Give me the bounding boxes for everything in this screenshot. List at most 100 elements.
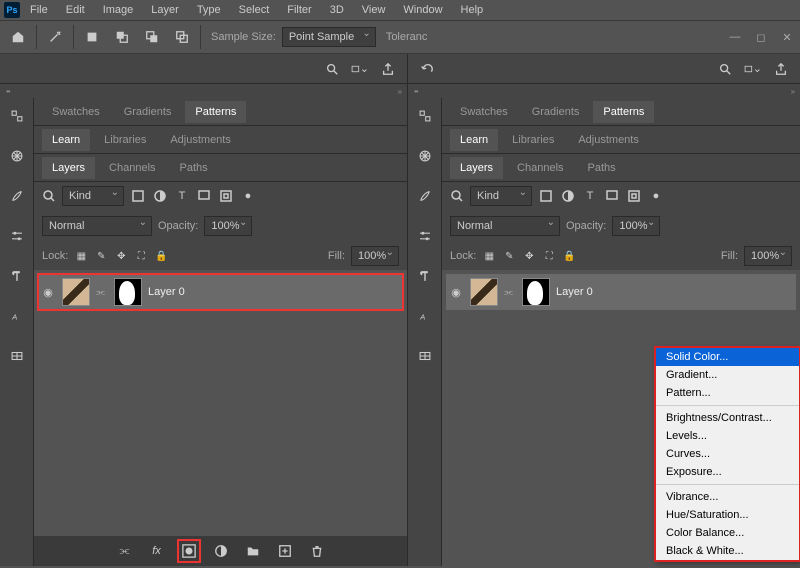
properties-icon[interactable] [5, 104, 29, 128]
opacity-input[interactable]: 100% [612, 216, 660, 236]
menu-type[interactable]: Type [189, 2, 229, 18]
brush-icon[interactable] [5, 184, 29, 208]
lock-transparency-icon[interactable]: ▦ [482, 249, 496, 263]
menu-select[interactable]: Select [231, 2, 278, 18]
intersect-icon[interactable] [170, 25, 194, 49]
menu-filter[interactable]: Filter [279, 2, 319, 18]
smart-filter-icon[interactable] [218, 188, 234, 204]
properties-icon[interactable] [413, 104, 437, 128]
tab-channels[interactable]: Channels [507, 157, 573, 179]
kind-filter-dropdown[interactable]: Kind [62, 186, 124, 206]
menu-layer[interactable]: Layer [143, 2, 187, 18]
opacity-input[interactable]: 100% [204, 216, 252, 236]
pixel-filter-icon[interactable] [538, 188, 554, 204]
search-icon[interactable] [323, 60, 341, 78]
arrange-icon[interactable]: ⌄ [744, 60, 762, 78]
sample-size-dropdown[interactable]: Point Sample [282, 27, 376, 47]
grip-icon[interactable]: •• [6, 87, 10, 96]
menu-hue-saturation[interactable]: Hue/Saturation... [656, 506, 799, 524]
menu-window[interactable]: Window [395, 2, 450, 18]
new-layer-icon[interactable] [276, 542, 294, 560]
subtract-icon[interactable] [140, 25, 164, 49]
type-filter-icon[interactable]: T [174, 188, 190, 204]
tab-gradients[interactable]: Gradients [522, 101, 590, 123]
menu-curves[interactable]: Curves... [656, 445, 799, 463]
blend-mode-dropdown[interactable]: Normal [450, 216, 560, 236]
type-filter-icon[interactable]: T [582, 188, 598, 204]
smart-filter-icon[interactable] [626, 188, 642, 204]
layer-thumbnail[interactable] [470, 278, 498, 306]
search-icon[interactable] [716, 60, 734, 78]
adjustment-filter-icon[interactable] [560, 188, 576, 204]
tab-swatches[interactable]: Swatches [42, 101, 110, 123]
mask-link-icon[interactable]: ⫘ [96, 287, 108, 298]
menu-image[interactable]: Image [95, 2, 142, 18]
fill-input[interactable]: 100% [744, 246, 792, 266]
tab-channels[interactable]: Channels [99, 157, 165, 179]
tab-libraries[interactable]: Libraries [94, 129, 156, 151]
menu-levels[interactable]: Levels... [656, 427, 799, 445]
lock-all-icon[interactable]: 🔒 [154, 249, 168, 263]
new-group-icon[interactable] [244, 542, 262, 560]
menu-view[interactable]: View [354, 2, 394, 18]
visibility-icon[interactable]: ◉ [40, 286, 56, 299]
menu-exposure[interactable]: Exposure... [656, 463, 799, 481]
share-icon[interactable] [379, 60, 397, 78]
panel-menu-icon[interactable]: ›› [398, 87, 401, 96]
menu-file[interactable]: File [22, 2, 56, 18]
menu-black-white[interactable]: Black & White... [656, 542, 799, 560]
tab-swatches[interactable]: Swatches [450, 101, 518, 123]
restore-button[interactable]: ◻ [754, 30, 768, 44]
menu-edit[interactable]: Edit [58, 2, 93, 18]
pixel-filter-icon[interactable] [130, 188, 146, 204]
grip-icon[interactable]: •• [414, 87, 418, 96]
arrange-icon[interactable]: ⌄ [351, 60, 369, 78]
tab-patterns[interactable]: Patterns [185, 101, 246, 123]
kind-filter-dropdown[interactable]: Kind [470, 186, 532, 206]
lock-position-icon[interactable]: ✥ [522, 249, 536, 263]
lock-image-icon[interactable]: ✎ [502, 249, 516, 263]
filter-toggle-icon[interactable]: ● [240, 188, 256, 204]
shape-filter-icon[interactable] [196, 188, 212, 204]
menu-color-balance[interactable]: Color Balance... [656, 524, 799, 542]
panel-menu-icon[interactable]: ›› [791, 87, 794, 96]
overlap-icon[interactable] [110, 25, 134, 49]
minimize-button[interactable]: — [728, 30, 742, 44]
paragraph-icon[interactable] [5, 264, 29, 288]
new-adjustment-icon[interactable] [212, 542, 230, 560]
close-button[interactable]: ✕ [780, 30, 794, 44]
mask-link-icon[interactable]: ⫘ [504, 287, 516, 298]
swatch-icon[interactable] [413, 344, 437, 368]
wheel-icon[interactable] [413, 144, 437, 168]
layer-row[interactable]: ◉ ⫘ Layer 0 [446, 274, 796, 310]
tab-adjustments[interactable]: Adjustments [160, 129, 241, 151]
brush-icon[interactable] [413, 184, 437, 208]
tab-gradients[interactable]: Gradients [114, 101, 182, 123]
layer-name[interactable]: Layer 0 [148, 286, 185, 298]
filter-toggle-icon[interactable]: ● [648, 188, 664, 204]
square-icon[interactable] [80, 25, 104, 49]
fx-icon[interactable]: fx [148, 542, 166, 560]
menu-pattern[interactable]: Pattern... [656, 384, 799, 402]
lock-transparency-icon[interactable]: ▦ [74, 249, 88, 263]
fill-input[interactable]: 100% [351, 246, 399, 266]
mask-thumbnail[interactable] [522, 278, 550, 306]
menu-vibrance[interactable]: Vibrance... [656, 488, 799, 506]
tab-layers[interactable]: Layers [450, 157, 503, 179]
tab-learn[interactable]: Learn [42, 129, 90, 151]
glyph-icon[interactable]: A [5, 304, 29, 328]
swatch-icon[interactable] [5, 344, 29, 368]
menu-help[interactable]: Help [453, 2, 492, 18]
share-icon[interactable] [772, 60, 790, 78]
tab-layers[interactable]: Layers [42, 157, 95, 179]
adjustment-filter-icon[interactable] [152, 188, 168, 204]
tab-learn[interactable]: Learn [450, 129, 498, 151]
lock-artboard-icon[interactable]: ⛶ [542, 249, 556, 263]
undo-icon[interactable] [418, 60, 436, 78]
menu-gradient[interactable]: Gradient... [656, 366, 799, 384]
sliders-icon[interactable] [5, 224, 29, 248]
layer-thumbnail[interactable] [62, 278, 90, 306]
mask-thumbnail[interactable] [114, 278, 142, 306]
menu-solid-color[interactable]: Solid Color... [656, 348, 799, 366]
lock-all-icon[interactable]: 🔒 [562, 249, 576, 263]
